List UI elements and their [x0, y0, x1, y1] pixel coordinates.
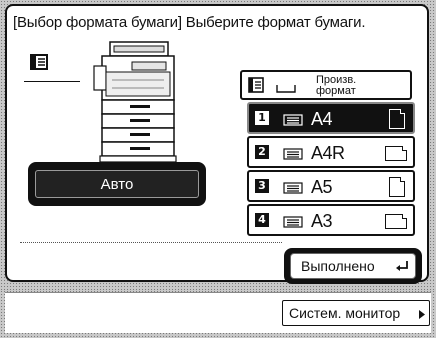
system-monitor-button[interactable]: Систем. монитор	[282, 300, 430, 326]
tray-size-label: A4	[311, 109, 333, 129]
printer-illustration	[93, 41, 177, 163]
paper-tray-icon	[30, 54, 48, 70]
landscape-orientation-icon	[385, 214, 407, 229]
auto-button-label: Авто	[100, 175, 134, 193]
tray-3-button[interactable]: 3 A5	[247, 170, 415, 202]
portrait-orientation-icon	[389, 109, 405, 129]
tray-size-label: A3	[311, 211, 333, 231]
paper-tray-list: 1 A4 2 A4R 3 A5 4 A3	[240, 66, 422, 242]
system-monitor-label: Систем. монитор	[289, 305, 401, 321]
tray-number-badge: 1	[255, 111, 269, 125]
tray-4-button[interactable]: 4 A3	[247, 204, 415, 236]
dotted-divider	[20, 242, 282, 243]
dialog-title: [Выбор формата бумаги] Выберите формат б…	[13, 14, 366, 31]
paper-stack-icon	[283, 182, 303, 194]
tray-number-badge: 4	[255, 213, 269, 227]
enter-arrow-icon	[396, 261, 408, 271]
done-button[interactable]: Выполнено	[290, 253, 416, 279]
landscape-orientation-icon	[385, 146, 407, 161]
paper-source-indicator-line	[24, 81, 80, 82]
tray-1-button[interactable]: 1 A4	[247, 102, 415, 134]
done-button-label: Выполнено	[301, 258, 375, 274]
auto-button[interactable]: Авто	[35, 170, 199, 198]
paper-stack-icon	[283, 216, 303, 228]
portrait-orientation-icon	[389, 177, 405, 197]
tray-number-badge: 2	[255, 145, 269, 159]
tray-size-label: A4R	[311, 143, 345, 163]
tray-number-badge: 3	[255, 179, 269, 193]
chevron-right-icon	[419, 310, 425, 319]
paper-stack-icon	[283, 114, 303, 126]
tray-2-button[interactable]: 2 A4R	[247, 136, 415, 168]
tray-size-label: A5	[311, 177, 333, 197]
paper-stack-icon	[283, 148, 303, 160]
